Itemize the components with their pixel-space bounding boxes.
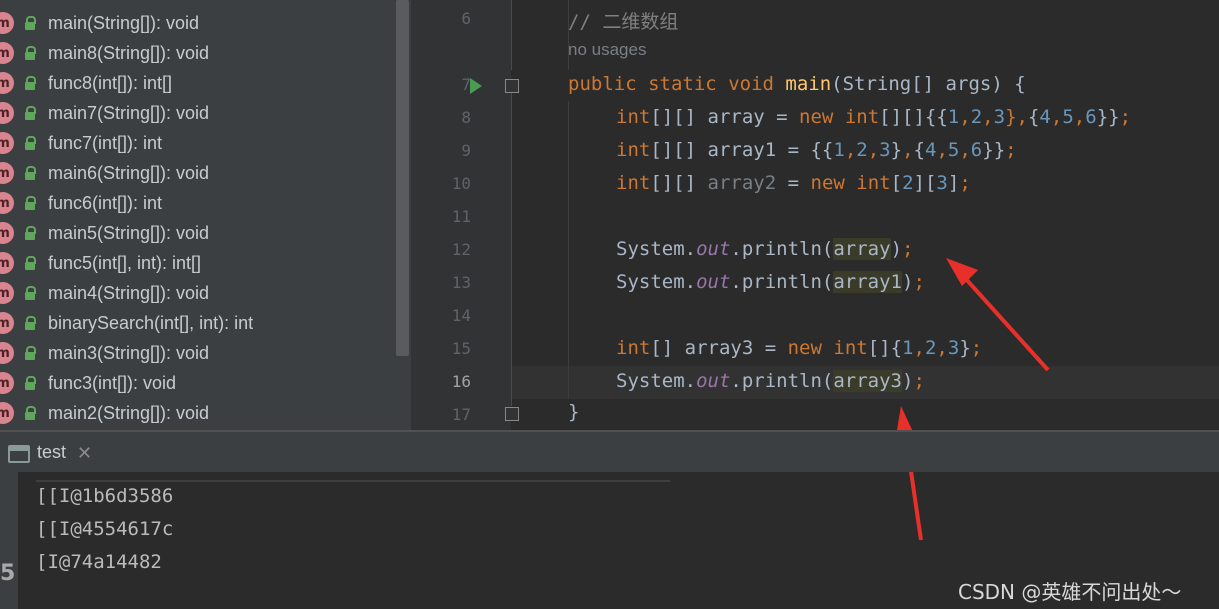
run-tab-bar [0,432,1219,472]
side-digit: 5 [0,561,16,586]
console-icon [8,445,30,463]
console-scrolled-line [36,472,670,482]
annotation-arrows [896,258,1050,541]
close-icon[interactable]: ✕ [77,443,92,464]
arrow-head [946,258,978,286]
console-line: [[I@4554617c [36,518,174,540]
run-tab-label[interactable]: test [37,442,66,463]
console-toolbar [0,472,18,609]
watermark: CSDN @英雄不问出处～ [958,580,1182,604]
console-line: [I@74a14482 [36,551,162,573]
annotation-arrow [963,276,1050,372]
console-line: [[I@1b6d3586 [36,485,174,507]
